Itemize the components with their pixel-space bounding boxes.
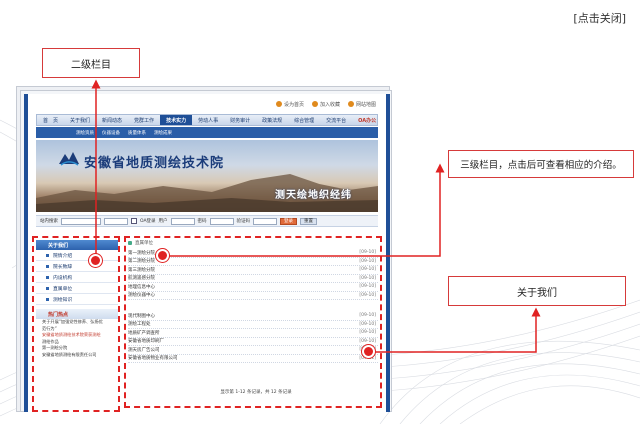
marker-dot-unit-list <box>156 249 169 262</box>
sub-nav: 测绘资质 仪器设备 质量体系 测绘成果 <box>36 127 378 138</box>
callout-level2-column: 二级栏目 <box>42 48 140 78</box>
nav-item-policy[interactable]: 政策法规 <box>256 117 288 124</box>
subnav-item[interactable]: 测绘成果 <box>154 130 172 136</box>
marker-dot-content <box>362 345 375 358</box>
nav-item-tech[interactable]: 技术实力 <box>160 115 193 125</box>
subnav-item[interactable]: 测绘资质 <box>76 130 94 136</box>
institute-logo-icon <box>59 152 79 166</box>
marker-dot-sidebar <box>89 254 102 267</box>
home-icon <box>275 101 282 107</box>
username-field[interactable] <box>170 217 195 225</box>
nav-item-hr[interactable]: 劳动人事 <box>192 117 224 124</box>
login-button[interactable]: 登录 <box>280 217 298 225</box>
top-links: 设为首页 加入收藏 网站地图 <box>28 94 386 114</box>
nav-item-finance[interactable]: 财务审计 <box>224 117 256 124</box>
nav-item-about[interactable]: 关于我们 <box>64 117 96 124</box>
sidebar-highlight-region <box>32 236 120 412</box>
callout-level3-column: 三级栏目，点击后可查看相应的介绍。 <box>448 150 634 178</box>
sitemap-icon <box>347 101 354 107</box>
close-link[interactable]: [点击关闭] <box>573 10 626 26</box>
nav-item-oa[interactable]: OA办公 <box>352 117 382 124</box>
subnav-item[interactable]: 仪器设备 <box>102 130 120 136</box>
banner-slogan: 测天绘地织经纬 <box>275 190 352 201</box>
password-field[interactable] <box>209 217 234 225</box>
search-scope-select[interactable] <box>104 217 128 225</box>
main-nav: 首 页 关于我们 新闻动态 党群工作 技术实力 劳动人事 财务审计 政策法规 综… <box>36 114 378 126</box>
search-input[interactable] <box>61 217 101 225</box>
search-label: 站内搜索 <box>40 219 58 224</box>
oa-label: OA登录 <box>140 219 156 224</box>
reset-button[interactable]: 重置 <box>300 217 318 225</box>
user-label: 用户 <box>158 219 168 224</box>
nav-item-forum[interactable]: 交流平台 <box>320 117 352 124</box>
sitemap-link[interactable]: 网站地图 <box>347 101 376 108</box>
oa-checkbox[interactable] <box>131 218 137 224</box>
nav-item-news[interactable]: 新闻动态 <box>96 117 128 124</box>
add-favorite-link[interactable]: 加入收藏 <box>311 101 340 108</box>
set-homepage-link[interactable]: 设为首页 <box>275 101 304 108</box>
banner-title: 安徽省地质测绘技术院 <box>84 156 225 171</box>
mountain-graphic <box>36 174 378 212</box>
site-banner: 安徽省地质测绘技术院 测天绘地织经纬 <box>36 140 378 212</box>
nav-item-admin[interactable]: 综合管理 <box>288 117 320 124</box>
subnav-item[interactable]: 质量体系 <box>128 130 146 136</box>
callout-about-us: 关于我们 <box>448 276 626 306</box>
nav-item-party[interactable]: 党群工作 <box>128 117 160 124</box>
password-label: 密码 <box>197 219 207 224</box>
nav-item-home[interactable]: 首 页 <box>37 117 64 124</box>
captcha-label: 验证码 <box>236 219 251 224</box>
star-icon <box>311 101 318 107</box>
captcha-field[interactable] <box>253 217 278 225</box>
search-login-bar: 站内搜索 OA登录 用户 密码 验证码 登录 重置 <box>36 215 378 227</box>
